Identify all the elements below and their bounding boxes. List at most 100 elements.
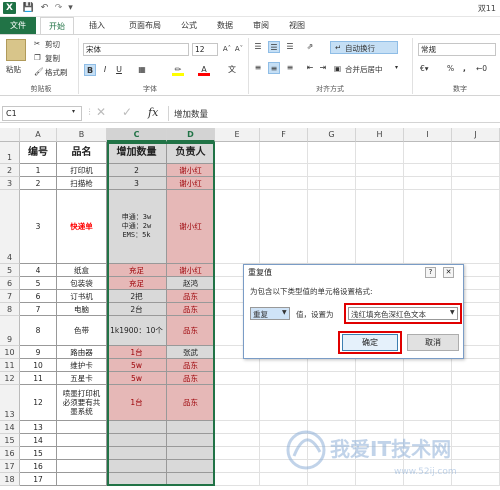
column-header-e[interactable]: E <box>215 128 260 142</box>
table-cell[interactable] <box>167 447 215 460</box>
tab-data[interactable]: 数据 <box>208 17 242 34</box>
column-header-d[interactable]: D <box>167 128 215 142</box>
format-painter-icon[interactable]: 🖌 <box>34 67 44 76</box>
align-left-icon[interactable]: ≡ <box>252 62 264 74</box>
save-icon[interactable]: 💾 <box>22 2 35 14</box>
row-header[interactable]: 11 <box>0 359 20 372</box>
table-cell[interactable] <box>167 421 215 434</box>
empty-cell[interactable] <box>308 190 356 264</box>
table-cell[interactable]: 谢小红 <box>167 190 215 264</box>
row-header[interactable]: 16 <box>0 447 20 460</box>
empty-cell[interactable] <box>215 473 260 486</box>
align-center-icon[interactable]: ≡ <box>268 62 280 74</box>
shrink-font-icon[interactable]: Aˇ <box>233 43 245 55</box>
empty-cell[interactable] <box>260 164 308 177</box>
empty-cell[interactable] <box>260 190 308 264</box>
table-cell[interactable]: 赵鸿 <box>167 277 215 290</box>
table-cell[interactable] <box>107 421 167 434</box>
column-header-g[interactable]: G <box>308 128 356 142</box>
table-cell[interactable]: 11 <box>20 372 57 385</box>
tab-insert[interactable]: 插入 <box>80 17 114 34</box>
name-box[interactable]: C1 <box>2 106 82 121</box>
header-cell-a[interactable]: 编号 <box>20 142 57 164</box>
row-header[interactable]: 17 <box>0 460 20 473</box>
tab-review[interactable]: 审阅 <box>244 17 278 34</box>
table-cell[interactable]: 5w <box>107 359 167 372</box>
row-header[interactable]: 9 <box>0 316 20 346</box>
help-icon[interactable]: ? <box>425 267 436 278</box>
row-header[interactable]: 13 <box>0 385 20 421</box>
empty-cell[interactable] <box>404 177 452 190</box>
align-top-icon[interactable]: ☰ <box>252 41 264 53</box>
empty-cell[interactable] <box>260 177 308 190</box>
table-cell[interactable]: 张武 <box>167 346 215 359</box>
table-cell[interactable] <box>57 473 107 486</box>
table-cell[interactable]: 品东 <box>167 359 215 372</box>
table-cell[interactable]: 6 <box>20 290 57 303</box>
tab-view[interactable]: 视图 <box>280 17 314 34</box>
table-cell[interactable]: 五星卡 <box>57 372 107 385</box>
empty-cell[interactable] <box>452 372 500 385</box>
merge-center-button[interactable]: 合并后居中 <box>345 64 383 75</box>
copy-icon[interactable]: ❐ <box>34 53 41 62</box>
confirm-entry-icon[interactable]: ✓ <box>122 105 132 119</box>
cut-icon[interactable]: ✂ <box>34 39 40 48</box>
font-size-select[interactable]: 12 <box>192 43 218 56</box>
column-header-b[interactable]: B <box>57 128 107 142</box>
table-cell[interactable]: 充足 <box>107 264 167 277</box>
wrap-text-button[interactable]: ↵ 自动换行 <box>330 41 398 54</box>
empty-cell[interactable] <box>215 421 260 434</box>
table-cell[interactable]: 1k1900：10个 <box>107 316 167 346</box>
ok-button[interactable]: 确定 <box>342 334 398 351</box>
row-header[interactable]: 10 <box>0 346 20 359</box>
table-cell[interactable] <box>107 460 167 473</box>
table-cell[interactable]: 包装袋 <box>57 277 107 290</box>
row-header[interactable]: 8 <box>0 303 20 316</box>
column-header-c[interactable]: C <box>107 128 167 142</box>
font-color-icon[interactable]: A <box>198 64 210 76</box>
comma-button[interactable]: , <box>463 64 466 73</box>
table-cell[interactable]: 3 <box>20 190 57 264</box>
table-cell[interactable]: 维护卡 <box>57 359 107 372</box>
empty-cell[interactable] <box>260 372 308 385</box>
empty-cell[interactable] <box>215 164 260 177</box>
table-cell[interactable]: 5w <box>107 372 167 385</box>
table-cell[interactable]: 16 <box>20 460 57 473</box>
empty-cell[interactable] <box>356 359 404 372</box>
table-cell[interactable]: 谢小红 <box>167 177 215 190</box>
empty-cell[interactable] <box>215 177 260 190</box>
table-cell[interactable]: 纸盒 <box>57 264 107 277</box>
italic-icon[interactable]: I <box>99 64 111 76</box>
number-format-select[interactable]: 常规 <box>418 43 496 56</box>
orientation-icon[interactable]: ⇗ <box>304 41 316 53</box>
column-header-a[interactable]: A <box>20 128 57 142</box>
empty-cell[interactable] <box>452 359 500 372</box>
grow-font-icon[interactable]: Aˆ <box>221 43 233 55</box>
row-header[interactable]: 3 <box>0 177 20 190</box>
undo-icon[interactable]: ↶ <box>38 2 51 14</box>
format-painter-button[interactable]: 格式刷 <box>45 67 68 78</box>
table-cell[interactable]: 4 <box>20 264 57 277</box>
table-cell[interactable] <box>167 473 215 486</box>
row-header[interactable]: 1 <box>0 142 20 164</box>
empty-cell[interactable] <box>452 177 500 190</box>
paste-icon[interactable] <box>6 39 26 61</box>
empty-cell[interactable] <box>215 142 260 164</box>
table-cell[interactable]: 订书机 <box>57 290 107 303</box>
table-cell[interactable]: 10 <box>20 359 57 372</box>
cancel-entry-icon[interactable]: ✕ <box>96 105 106 119</box>
table-cell[interactable] <box>57 447 107 460</box>
empty-cell[interactable] <box>215 460 260 473</box>
table-cell[interactable]: 谢小红 <box>167 164 215 177</box>
empty-cell[interactable] <box>404 372 452 385</box>
table-cell[interactable]: 谢小红 <box>167 264 215 277</box>
empty-cell[interactable] <box>452 142 500 164</box>
table-cell[interactable] <box>57 421 107 434</box>
row-header[interactable]: 15 <box>0 434 20 447</box>
empty-cell[interactable] <box>260 359 308 372</box>
table-cell[interactable]: 快递单 <box>57 190 107 264</box>
table-cell[interactable]: 品东 <box>167 316 215 346</box>
font-name-select[interactable]: 宋体 <box>83 43 189 56</box>
empty-cell[interactable] <box>404 190 452 264</box>
column-header-j[interactable]: J <box>452 128 500 142</box>
